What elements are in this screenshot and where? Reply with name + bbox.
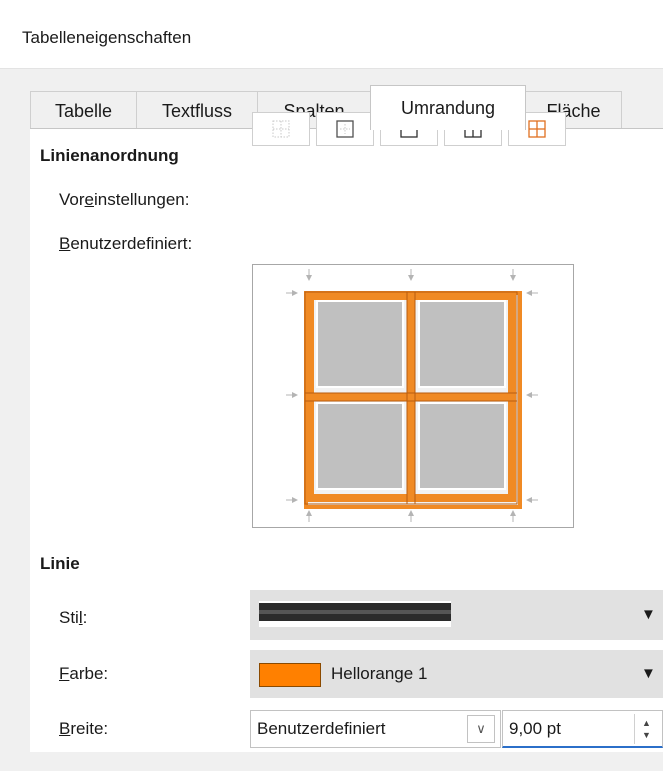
custom-label: Benutzerdefiniert: xyxy=(59,234,193,253)
bottom-strip xyxy=(0,752,663,771)
width-value: 9,00 pt xyxy=(509,719,561,738)
width-spin-field[interactable]: 9,00 pt ▲ ▼ xyxy=(502,710,663,748)
line-style-dropdown[interactable]: ▼ xyxy=(250,590,663,640)
border-preview[interactable] xyxy=(252,264,574,528)
chevron-down-icon: ▼ xyxy=(641,606,656,623)
width-label: Breite: xyxy=(59,719,109,738)
color-label: Farbe: xyxy=(59,664,109,683)
spin-up-icon[interactable]: ▲ xyxy=(642,718,651,728)
style-label: Stil: xyxy=(59,608,88,627)
preset-outer-border-button[interactable] xyxy=(316,112,374,146)
line-heading: Linie xyxy=(40,554,80,573)
chevron-down-icon: ∨ xyxy=(467,715,495,743)
border-outer-icon xyxy=(336,120,354,138)
color-value: Hellorange 1 xyxy=(331,664,428,683)
border-preview-graphic xyxy=(286,269,538,522)
width-preset-dropdown[interactable]: Benutzerdefiniert ∨ xyxy=(250,710,501,748)
tab-tabelle[interactable]: Tabelle xyxy=(30,91,137,129)
presets-label: Voreinstellungen: xyxy=(59,190,190,209)
title-bar: Tabelleneigenschaften xyxy=(0,0,663,69)
line-arrangement-heading: Linienanordnung xyxy=(40,146,179,165)
border-outer-all-inner-icon xyxy=(528,120,546,138)
line-color-dropdown[interactable]: Hellorange 1 ▼ xyxy=(250,650,663,698)
tab-umrandung[interactable]: Umrandung xyxy=(370,85,526,130)
preset-no-border-button[interactable] xyxy=(252,112,310,146)
dialog-title: Tabelleneigenschaften xyxy=(22,28,192,47)
tab-textfluss[interactable]: Textfluss xyxy=(136,91,258,129)
chevron-down-icon: ▼ xyxy=(641,665,656,682)
spin-buttons[interactable]: ▲ ▼ xyxy=(634,714,659,744)
width-preset-value: Benutzerdefiniert xyxy=(257,719,386,738)
border-none-icon xyxy=(272,120,290,138)
color-swatch xyxy=(259,663,321,687)
spin-down-icon[interactable]: ▼ xyxy=(642,730,651,740)
line-style-sample xyxy=(259,601,451,627)
